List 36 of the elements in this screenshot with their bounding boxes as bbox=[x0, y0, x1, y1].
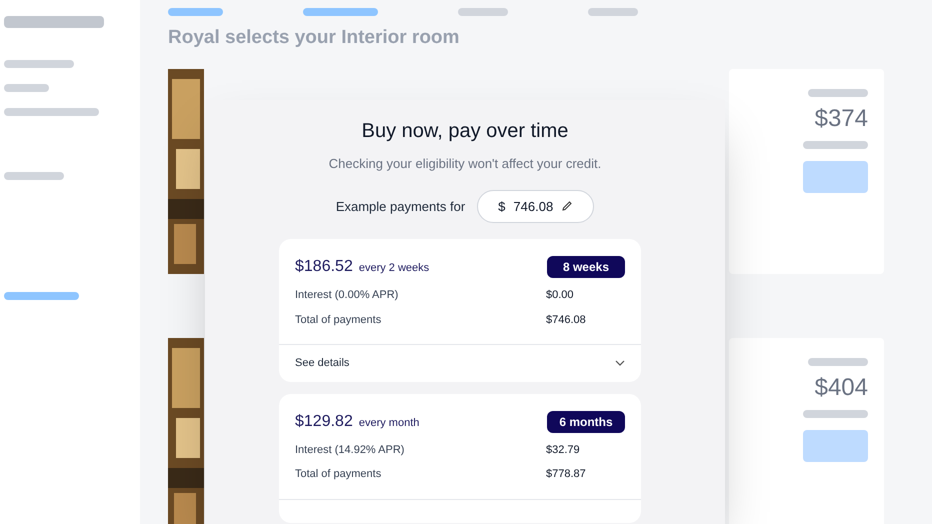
section-heading: Royal selects your Interior room bbox=[168, 26, 460, 50]
blurred-text bbox=[808, 88, 868, 96]
modal-subtitle: Checking your eligibility won't affect your credit. bbox=[328, 155, 602, 173]
term-badge: 8 weeks bbox=[547, 256, 625, 278]
interest-label: Interest (14.92% APR) bbox=[295, 442, 406, 458]
amount-field[interactable]: $ 746.08 bbox=[477, 190, 594, 223]
interest-value: $0.00 bbox=[546, 288, 574, 303]
payment-amount: $129.82 bbox=[295, 412, 353, 432]
chevron-down-icon bbox=[615, 360, 625, 366]
pencil-icon bbox=[561, 200, 574, 212]
total-label: Total of payments bbox=[295, 467, 382, 482]
interest-label: Interest (0.00% APR) bbox=[295, 288, 400, 303]
total-value: $746.08 bbox=[546, 312, 586, 328]
total-value: $778.87 bbox=[546, 467, 586, 482]
blurred-text bbox=[808, 358, 868, 366]
payment-frequency: every month bbox=[358, 416, 420, 430]
interest-value: $32.79 bbox=[546, 442, 580, 458]
blurred-text bbox=[4, 84, 49, 92]
total-label: Total of payments bbox=[295, 312, 382, 328]
price-text: $374 bbox=[814, 104, 868, 134]
blurred-text bbox=[803, 140, 868, 148]
payment-amount: $186.52 bbox=[295, 257, 353, 277]
currency-symbol: $ bbox=[498, 198, 506, 216]
see-details-label: See details bbox=[295, 356, 350, 371]
blurred-text bbox=[4, 172, 64, 180]
payment-frequency: every 2 weeks bbox=[358, 261, 430, 276]
blurred-text bbox=[458, 8, 508, 16]
see-details-row[interactable]: See details bbox=[279, 344, 641, 382]
amount-value: 746.08 bbox=[513, 198, 554, 216]
blurred-text bbox=[4, 60, 74, 68]
blurred-text bbox=[588, 8, 638, 16]
term-badge: 6 months bbox=[547, 410, 625, 432]
modal-title: Buy now, pay over time bbox=[362, 119, 568, 144]
blurred-text bbox=[803, 410, 868, 418]
amount-label: Example payments for bbox=[336, 198, 466, 216]
price-text: $404 bbox=[814, 372, 868, 402]
